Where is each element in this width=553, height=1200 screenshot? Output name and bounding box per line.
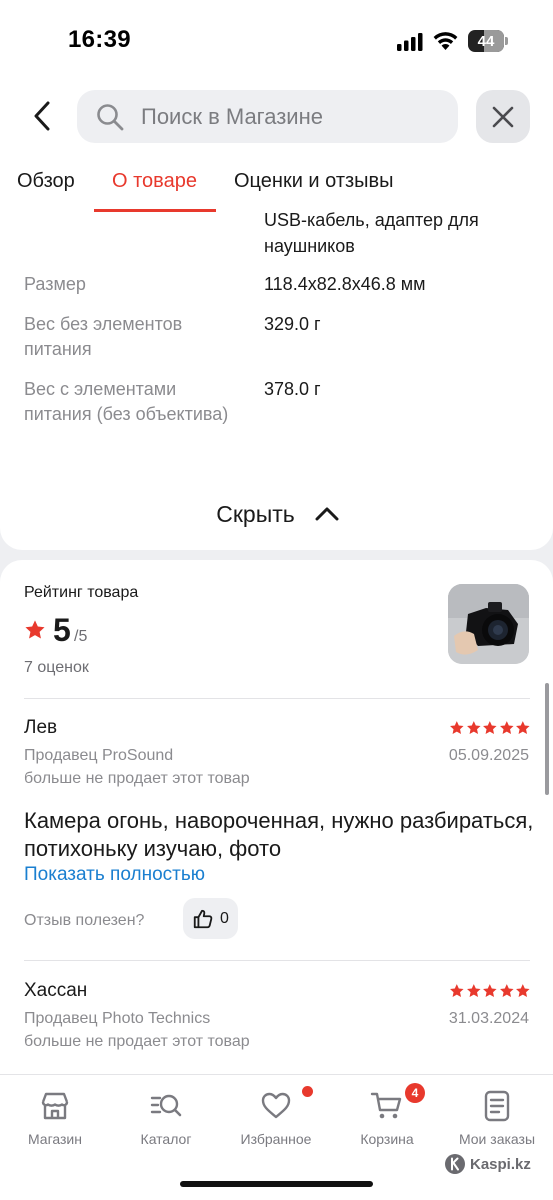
- rating-count: 7 оценок: [24, 659, 89, 676]
- review-item: Лев Продавец ProSound 05.09.2025 больше …: [0, 717, 553, 957]
- divider: [24, 960, 530, 961]
- spec-value: 329.0 г: [264, 314, 321, 334]
- close-button[interactable]: [476, 90, 530, 143]
- rating-title: Рейтинг товара: [24, 584, 139, 601]
- wifi-icon: [433, 32, 458, 50]
- status-bar: 16:39 44: [0, 0, 553, 82]
- tab-overview[interactable]: Обзор: [17, 170, 75, 193]
- camera-photo-image: [448, 584, 529, 664]
- cart-icon: [370, 1092, 402, 1119]
- like-button[interactable]: 0: [183, 898, 238, 939]
- store-icon: [41, 1092, 69, 1120]
- tabbar-item-favorites[interactable]: Избранное: [226, 1089, 326, 1153]
- like-count: 0: [220, 909, 229, 927]
- tabbar-item-orders[interactable]: Мои заказы: [447, 1089, 547, 1153]
- seller-name: Продавец ProSound: [24, 747, 174, 764]
- chevron-left-icon: [34, 101, 50, 131]
- star-icon: [516, 984, 530, 998]
- spec-value: 378.0 г: [264, 379, 321, 399]
- reviewer-name: Хассан: [24, 980, 88, 1001]
- product-tabs: Обзор О товаре Оценки и отзывы: [0, 152, 553, 212]
- battery-level: 44: [477, 32, 495, 50]
- star-icon: [483, 721, 497, 735]
- star-icon: [466, 984, 481, 998]
- rating-max: /5: [74, 628, 88, 645]
- watermark-text: Kaspi.kz: [470, 1155, 531, 1173]
- kaspi-watermark: Kaspi.kz: [444, 1152, 531, 1176]
- tabbar-label: Магазин: [27, 1131, 82, 1147]
- star-icon: [25, 620, 45, 639]
- hide-label: Скрыть: [216, 500, 295, 527]
- seller-status: больше не продает этот товар: [24, 1033, 250, 1050]
- star-icon: [466, 721, 481, 735]
- star-icon: [483, 984, 497, 998]
- spec-label: Вес без элементов питания: [24, 314, 183, 359]
- specs-section: USB-кабель, адаптер для наушников Размер…: [0, 210, 553, 550]
- tabbar-item-catalog[interactable]: Каталог: [116, 1089, 216, 1153]
- battery-indicator: 44: [468, 30, 508, 52]
- tabbar-label: Мои заказы: [458, 1131, 536, 1147]
- review-stars: [449, 720, 531, 736]
- star-icon: [450, 984, 464, 998]
- helpful-label: Отзыв полезен?: [24, 912, 145, 929]
- product-thumbnail[interactable]: [448, 584, 529, 664]
- hide-specs-button[interactable]: Скрыть: [190, 492, 365, 536]
- tab-about-product[interactable]: О товаре: [112, 170, 197, 193]
- kaspi-logo-icon: [445, 1154, 465, 1174]
- catalog-search-icon: [150, 1094, 182, 1117]
- tabbar-label: Каталог: [140, 1131, 192, 1147]
- spec-label: Размер: [24, 274, 86, 294]
- search-input[interactable]: [141, 90, 441, 143]
- back-button[interactable]: [24, 96, 60, 136]
- search-icon: [97, 104, 124, 131]
- tabbar-item-store[interactable]: Магазин: [5, 1089, 105, 1153]
- chevron-up-icon: [315, 507, 339, 521]
- review-stars: [449, 983, 531, 999]
- spec-value-truncated: USB-кабель, адаптер для наушников: [264, 210, 479, 256]
- review-date: 05.09.2025: [448, 747, 529, 764]
- close-icon: [492, 106, 514, 127]
- heart-icon: [261, 1092, 291, 1119]
- divider: [24, 698, 530, 699]
- rating-value: 5: [53, 612, 71, 648]
- spec-value: 118.4x82.8x46.8 мм: [264, 274, 426, 294]
- seller-status: больше не продает этот товар: [24, 770, 250, 787]
- cellular-signal-icon: [397, 33, 423, 51]
- tabbar-label: Избранное: [240, 1131, 312, 1147]
- star-icon: [450, 721, 464, 735]
- reviewer-name: Лев: [24, 717, 58, 738]
- tabbar-label: Корзина: [360, 1131, 414, 1147]
- home-indicator[interactable]: [180, 1181, 373, 1187]
- favorites-badge-dot: [302, 1086, 313, 1097]
- spec-label: Вес с элементами питания (без объектива): [24, 379, 229, 424]
- search-bar[interactable]: [77, 90, 458, 143]
- tab-reviews[interactable]: Оценки и отзывы: [234, 170, 394, 193]
- star-icon: [499, 984, 514, 998]
- star-icon: [499, 721, 514, 735]
- show-more-link[interactable]: Показать полностью: [24, 864, 205, 886]
- seller-name: Продавец Photo Technics: [24, 1010, 211, 1027]
- status-time: 16:39: [68, 26, 131, 53]
- scrollbar[interactable]: [545, 683, 549, 795]
- review-date: 31.03.2024: [448, 1010, 529, 1027]
- star-icon: [516, 721, 530, 735]
- cart-badge: 4: [405, 1083, 425, 1103]
- orders-icon: [484, 1090, 510, 1122]
- review-text: Камера огонь, навороченная, нужно разбир…: [24, 808, 534, 861]
- thumbs-up-icon: [193, 909, 213, 928]
- search-header: [0, 82, 553, 152]
